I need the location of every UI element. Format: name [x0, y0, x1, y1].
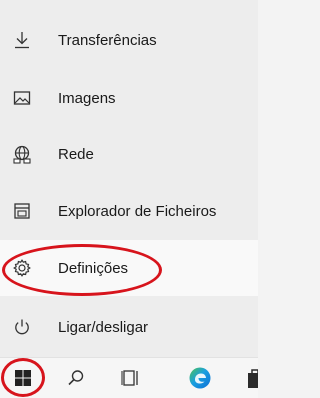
- menu-item-label: Definições: [58, 259, 129, 277]
- store-icon: [244, 367, 258, 389]
- image-icon: [10, 86, 34, 110]
- network-icon: [10, 142, 34, 166]
- menu-item-pictures[interactable]: Imagens: [0, 70, 258, 126]
- menu-item-label: Ligar/desligar: [58, 318, 149, 336]
- store-button[interactable]: [244, 364, 258, 392]
- start-button[interactable]: [9, 364, 37, 392]
- power-icon: [10, 315, 34, 339]
- menu-item-label: Transferências: [58, 31, 157, 49]
- menu-item-downloads[interactable]: Transferências: [0, 12, 258, 68]
- edge-icon: [188, 366, 212, 390]
- gear-icon: [10, 256, 34, 280]
- file-explorer-icon: [10, 199, 34, 223]
- menu-item-settings[interactable]: Definições: [0, 240, 258, 296]
- task-view-button[interactable]: [117, 364, 145, 392]
- search-icon: [67, 369, 85, 387]
- windows-start-icon: [14, 369, 32, 387]
- menu-item-label: Explorador de Ficheiros: [58, 202, 217, 220]
- edge-button[interactable]: [186, 364, 214, 392]
- menu-item-label: Imagens: [58, 89, 116, 107]
- start-menu-panel: Transferências Imagens Rede Explorador d…: [0, 0, 258, 357]
- menu-item-label: Rede: [58, 145, 94, 163]
- task-view-icon: [121, 369, 141, 387]
- menu-item-power[interactable]: Ligar/desligar: [0, 299, 258, 355]
- search-button[interactable]: [62, 364, 90, 392]
- download-icon: [10, 28, 34, 52]
- taskbar: [0, 357, 258, 398]
- menu-item-file-explorer[interactable]: Explorador de Ficheiros: [0, 183, 258, 239]
- menu-item-network[interactable]: Rede: [0, 126, 258, 182]
